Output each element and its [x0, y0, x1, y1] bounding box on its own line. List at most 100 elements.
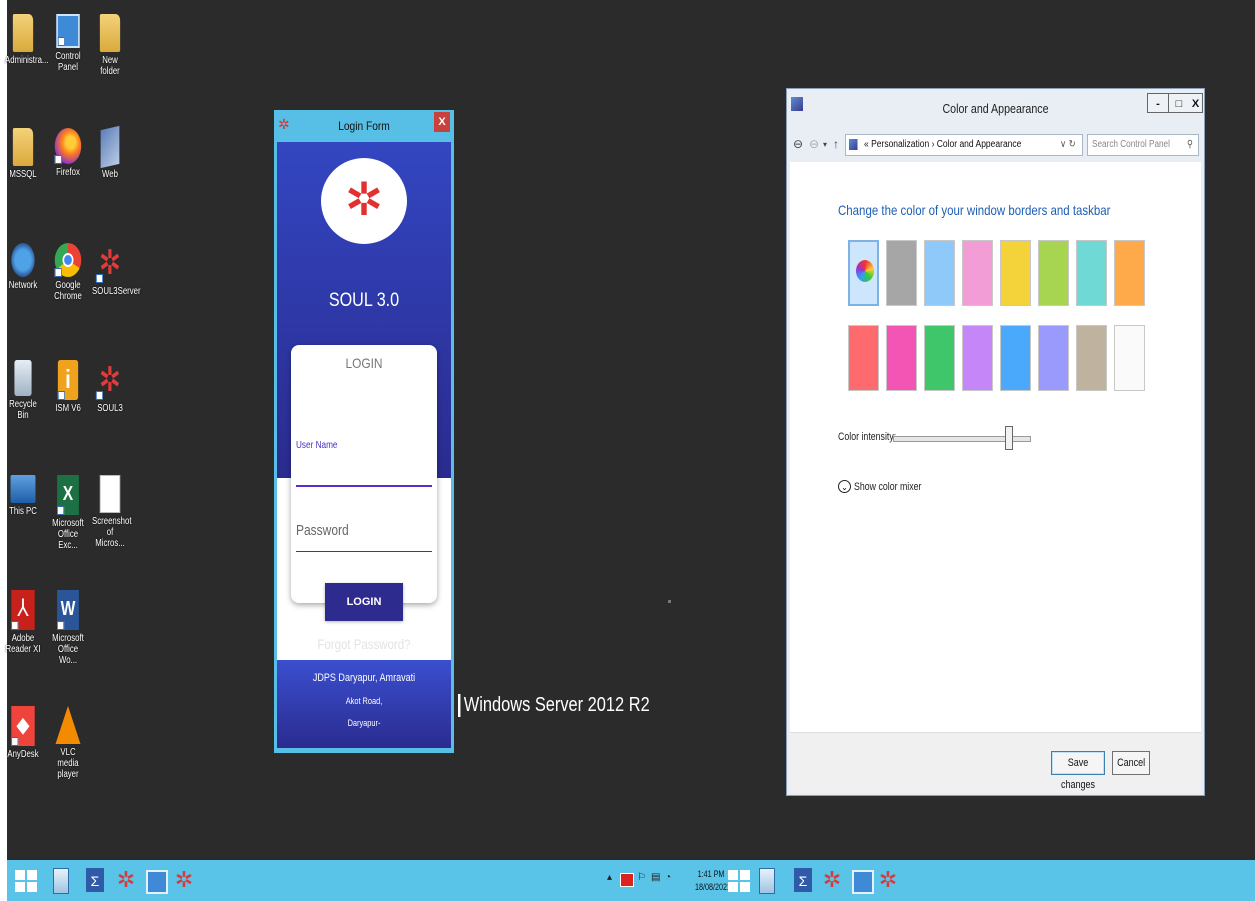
vlc-icon: [55, 706, 81, 744]
color-swatch-9[interactable]: [886, 325, 917, 391]
minimize-button[interactable]: -: [1147, 93, 1169, 113]
color-intensity-slider[interactable]: [1004, 426, 1013, 450]
color-swatch-7[interactable]: [1114, 240, 1145, 306]
address-dropdown-refresh-icon[interactable]: ∨ ↻: [1060, 135, 1076, 155]
clock-date: 18/08/2021: [695, 882, 732, 892]
control-panel-icon: [56, 14, 80, 48]
desktop-icon-mssql[interactable]: MSSQL: [5, 128, 41, 180]
login-card: LOGIN User Name Password: [291, 345, 437, 603]
navigation-bar: ⊖ ⊖ ▾ ↑ « Personalization › Color and Ap…: [787, 133, 1204, 159]
soul-taskbar-icon-secondary[interactable]: ✲: [819, 866, 845, 894]
color-swatch-8[interactable]: [848, 325, 879, 391]
username-underline: [296, 485, 432, 487]
up-arrow-icon[interactable]: ↑: [833, 137, 839, 151]
desktop-icon-soul3server[interactable]: ✲ SOUL3Server: [92, 243, 141, 297]
desktop-icon-word[interactable]: W Microsoft Office Wo...: [50, 590, 86, 666]
color-swatch-4[interactable]: [1000, 240, 1031, 306]
this-pc-icon: [10, 475, 36, 503]
show-color-mixer-link[interactable]: Show color mixer: [854, 481, 921, 493]
color-swatch-14[interactable]: [1076, 325, 1107, 391]
user-folder-icon: [12, 14, 34, 52]
breadcrumb-overflow[interactable]: «: [864, 139, 869, 150]
desktop-icon-new-folder[interactable]: New folder: [92, 14, 128, 77]
desktop-icon-vlc[interactable]: VLC media player: [50, 706, 86, 780]
clock[interactable]: 1:41 PM 18/08/2021: [695, 868, 732, 894]
color-swatch-6[interactable]: [1076, 240, 1107, 306]
desktop-icon-ism-v6[interactable]: i ISM V6: [50, 360, 86, 414]
desktop-icon-adobe-reader[interactable]: ⅄ Adobe Reader XI: [5, 590, 41, 655]
address-bar[interactable]: « Personalization › Color and Appearance…: [845, 134, 1083, 156]
color-swatch-12[interactable]: [1000, 325, 1031, 391]
network-tray-icon[interactable]: ▤: [651, 872, 660, 883]
breadcrumb-separator: ›: [931, 139, 935, 150]
start-button-icon[interactable]: [15, 870, 37, 892]
desktop-icon-google-chrome[interactable]: Google Chrome: [50, 243, 86, 302]
anydesk-tray-icon[interactable]: [620, 873, 634, 887]
color-title-bar[interactable]: Color and Appearance - □ X: [787, 89, 1204, 125]
color-swatch-13[interactable]: [1038, 325, 1069, 391]
close-button[interactable]: X: [1189, 93, 1203, 113]
desktop-icon-recycle-bin[interactable]: Recycle Bin: [5, 360, 41, 421]
save-changes-button[interactable]: Save changes: [1051, 751, 1105, 791]
expand-chevron-icon[interactable]: ⌄: [838, 480, 851, 493]
color-swatch-3[interactable]: [962, 240, 993, 306]
color-appearance-window: Color and Appearance - □ X ⊖ ⊖ ▾ ↑ « Per…: [786, 88, 1205, 796]
desktop-icon-administrator[interactable]: Administra...: [5, 14, 48, 66]
start-button-icon-secondary[interactable]: [728, 870, 750, 892]
desktop-icon-excel[interactable]: X Microsoft Office Exc...: [50, 475, 86, 551]
folder-icon: [12, 128, 34, 166]
server-manager-icon[interactable]: [53, 868, 69, 894]
tray-expand-icon[interactable]: ▴: [607, 872, 612, 883]
color-swatch-1[interactable]: [886, 240, 917, 306]
desktop-icon-this-pc[interactable]: This PC: [5, 475, 41, 517]
maximize-button[interactable]: □: [1168, 93, 1190, 113]
taskbar: Σ ✲ ✲ ▴ ⚐ ▤ ◔ 1:41 PM 18/08/2021 Σ ✲ ✲: [7, 860, 1255, 901]
desktop-icon-anydesk[interactable]: ◆ AnyDesk: [5, 706, 41, 760]
server-manager-icon-secondary[interactable]: [759, 868, 775, 894]
firefox-icon: [54, 128, 82, 164]
desktop-icon-network[interactable]: Network: [5, 243, 41, 291]
search-input[interactable]: Search Control Panel ⚲: [1087, 134, 1199, 156]
soul-taskbar-icon[interactable]: ✲: [113, 866, 139, 894]
breadcrumb-color-appearance[interactable]: Color and Appearance: [937, 139, 1022, 150]
word-icon: W: [57, 590, 79, 630]
flag-tray-icon[interactable]: ⚐: [637, 872, 646, 883]
cancel-button[interactable]: Cancel: [1112, 751, 1150, 775]
color-swatch-15[interactable]: [1114, 325, 1145, 391]
powershell-icon-secondary[interactable]: Σ: [794, 868, 812, 892]
login-body: ✲ SOUL 3.0 LOGIN User Name Password LOGI…: [277, 142, 451, 748]
desktop-icon-soul3[interactable]: ✲ SOUL3: [92, 360, 128, 414]
soul3-taskbar-icon-secondary[interactable]: ✲: [875, 866, 901, 894]
color-swatch-11[interactable]: [962, 325, 993, 391]
color-swatch-5[interactable]: [1038, 240, 1069, 306]
color-swatch-10[interactable]: [924, 325, 955, 391]
desktop-icon-screenshot[interactable]: Screenshot of Micros...: [92, 475, 132, 549]
recycle-bin-icon: [14, 360, 32, 396]
color-swatch-automatic[interactable]: [848, 240, 879, 306]
soul3-taskbar-icon[interactable]: ✲: [171, 866, 197, 894]
login-button[interactable]: LOGIN: [325, 583, 403, 621]
login-close-button[interactable]: X: [434, 112, 450, 132]
password-input[interactable]: Password: [296, 522, 349, 539]
powershell-icon[interactable]: Σ: [86, 868, 104, 892]
desktop-icon-web[interactable]: Web: [92, 125, 128, 180]
forgot-password-link[interactable]: Forgot Password?: [293, 636, 436, 652]
color-swatch-2[interactable]: [924, 240, 955, 306]
volume-tray-icon[interactable]: ◔: [665, 872, 671, 883]
control-panel-taskbar-icon[interactable]: [146, 870, 168, 894]
username-input[interactable]: [296, 457, 432, 485]
soul-icon: ✲: [95, 360, 124, 400]
username-label: User Name: [296, 440, 338, 451]
desktop-icon-control-panel[interactable]: Control Panel: [50, 14, 86, 73]
control-panel-taskbar-icon-secondary[interactable]: [852, 870, 874, 894]
folder-icon: [99, 14, 121, 52]
desktop-speck: [668, 600, 671, 603]
back-icon[interactable]: ⊖: [793, 137, 803, 151]
desktop-icon-firefox[interactable]: Firefox: [50, 128, 86, 178]
login-title-bar[interactable]: ✲ Login Form X: [274, 110, 454, 142]
breadcrumb-personalization[interactable]: Personalization: [871, 139, 929, 150]
forward-icon[interactable]: ⊖: [809, 137, 819, 151]
recent-chevron-icon[interactable]: ▾: [823, 140, 827, 149]
excel-icon: X: [57, 475, 79, 515]
search-icon[interactable]: ⚲: [1187, 135, 1193, 155]
